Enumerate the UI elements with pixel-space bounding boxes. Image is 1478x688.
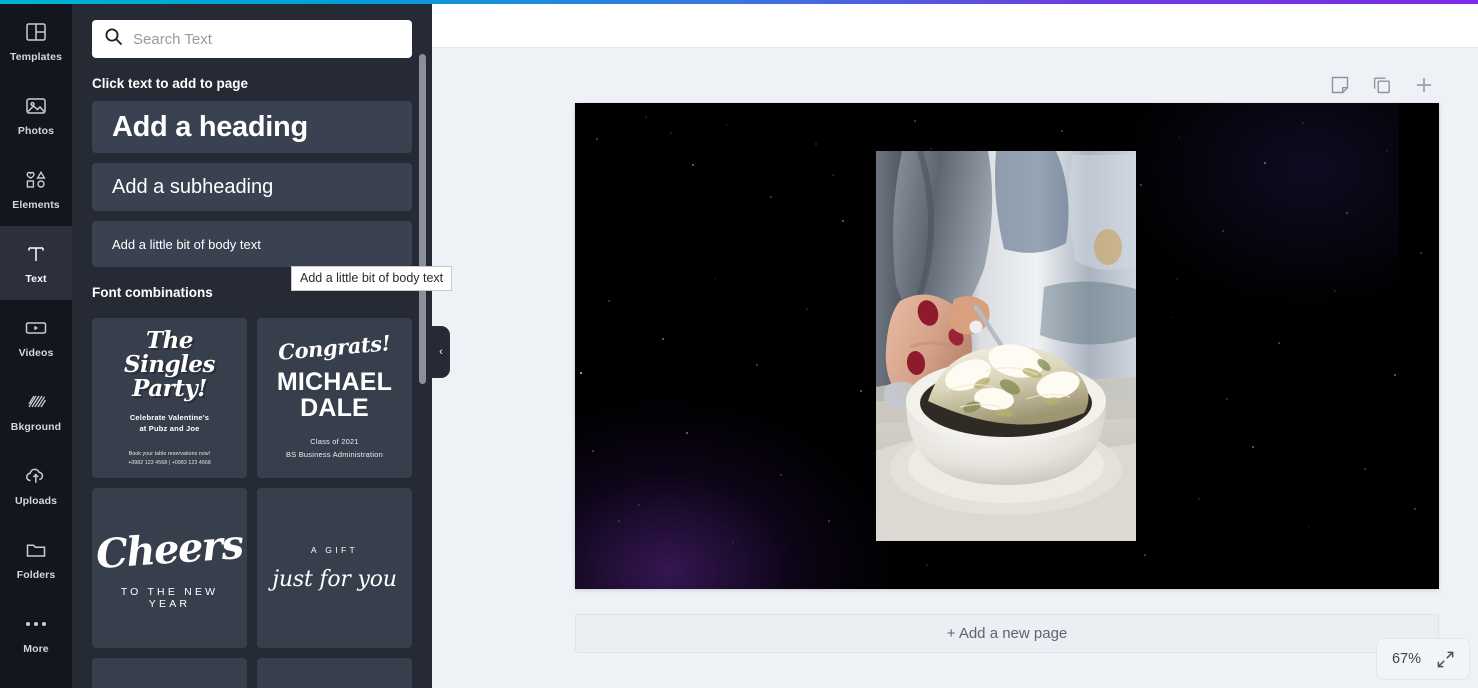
combo-script: Congrats! bbox=[277, 329, 392, 365]
font-combo-card-placeholder[interactable] bbox=[92, 658, 247, 688]
duplicate-icon[interactable] bbox=[1372, 75, 1392, 95]
add-icon[interactable] bbox=[1414, 75, 1434, 95]
sidebar-item-folders[interactable]: Folders bbox=[0, 522, 72, 596]
search-container bbox=[72, 4, 432, 58]
sidebar-item-bkground[interactable]: Bkground bbox=[0, 374, 72, 448]
font-combo-card-a-gift[interactable]: A GIFT just for you bbox=[257, 488, 412, 648]
salad-bowl-photo bbox=[876, 151, 1136, 541]
add-heading-label: Add a heading bbox=[112, 110, 308, 143]
chevron-left-icon: ‹ bbox=[439, 346, 443, 358]
combo-script: Cheers bbox=[94, 520, 245, 579]
combo-subtitle: TO THE NEW YEAR bbox=[120, 586, 219, 610]
elements-icon bbox=[24, 167, 48, 193]
sidebar-item-label: Folders bbox=[16, 569, 56, 582]
text-side-panel: Click text to add to page Add a heading … bbox=[72, 4, 432, 688]
sidebar-item-label: Photos bbox=[17, 125, 55, 138]
sidebar-item-label: Videos bbox=[18, 347, 54, 360]
font-combo-card-michael-dale[interactable]: Congrats! MICHAEL DALE Class of 2021 BS … bbox=[257, 318, 412, 478]
sidebar-item-elements[interactable]: Elements bbox=[0, 152, 72, 226]
tooltip-text: Add a little bit of body text bbox=[300, 271, 444, 285]
zoom-control: 67% bbox=[1376, 638, 1470, 680]
templates-icon bbox=[25, 19, 47, 45]
font-combo-card-singles-party[interactable]: The Singles Party! Celebrate Valentine's… bbox=[92, 318, 247, 478]
text-icon bbox=[25, 241, 47, 267]
click-text-heading: Click text to add to page bbox=[92, 76, 249, 91]
sidebar-item-photos[interactable]: Photos bbox=[0, 78, 72, 152]
sidebar-item-label: Bkground bbox=[10, 421, 62, 434]
combo-subtitle: Celebrate Valentine's at Pubz and Joe bbox=[129, 412, 210, 434]
font-combo-card-cheers[interactable]: Cheers TO THE NEW YEAR bbox=[92, 488, 247, 648]
sidebar-item-more[interactable]: More bbox=[0, 596, 72, 670]
notes-icon[interactable] bbox=[1330, 75, 1350, 95]
editor-top-bar bbox=[432, 4, 1478, 48]
uploads-icon bbox=[24, 463, 48, 489]
videos-icon bbox=[24, 315, 48, 341]
combo-script: just for you bbox=[272, 566, 397, 592]
sidebar-item-templates[interactable]: Templates bbox=[0, 4, 72, 78]
add-body-text-label: Add a little bit of body text bbox=[112, 236, 261, 252]
sidebar-item-uploads[interactable]: Uploads bbox=[0, 448, 72, 522]
font-combinations-grid: The Singles Party! Celebrate Valentine's… bbox=[92, 318, 412, 688]
combo-footer: Class of 2021 BS Business Administration bbox=[286, 436, 383, 460]
font-combo-card-placeholder[interactable] bbox=[257, 658, 412, 688]
add-body-text-card[interactable]: Add a little bit of body text bbox=[92, 221, 412, 267]
add-subheading-card[interactable]: Add a subheading bbox=[92, 163, 412, 211]
add-new-page-label: + Add a new page bbox=[946, 625, 1068, 642]
collapse-panel-button[interactable]: ‹ bbox=[432, 326, 450, 378]
folders-icon bbox=[25, 537, 47, 563]
search-box[interactable] bbox=[92, 20, 412, 58]
design-canvas[interactable] bbox=[575, 103, 1439, 589]
sidebar-item-label: Elements bbox=[12, 199, 60, 212]
sidebar-item-label: Uploads bbox=[14, 495, 58, 508]
combo-kicker: A GIFT bbox=[310, 544, 359, 555]
tooltip: Add a little bit of body text bbox=[291, 266, 453, 291]
more-dots-icon bbox=[26, 611, 46, 637]
sidebar-item-label: More bbox=[23, 643, 49, 656]
search-icon bbox=[104, 27, 123, 51]
add-new-page-button[interactable]: + Add a new page bbox=[575, 614, 1439, 653]
combo-name: MICHAEL DALE bbox=[276, 367, 393, 422]
text-panel-scroll-area: Click text to add to page Add a heading … bbox=[72, 4, 432, 688]
panel-scrollbar-thumb[interactable] bbox=[419, 54, 426, 384]
sidebar-item-text[interactable]: Text bbox=[0, 218, 72, 308]
canvas-photo-frame[interactable] bbox=[876, 151, 1136, 541]
expand-arrows-icon[interactable] bbox=[1437, 651, 1454, 668]
combo-title: The Singles Party! bbox=[124, 327, 215, 402]
sidebar-item-videos[interactable]: Videos bbox=[0, 300, 72, 374]
zoom-level-value[interactable]: 67% bbox=[1392, 651, 1421, 667]
sidebar-item-label: Templates bbox=[9, 51, 63, 64]
combo-footer: Book your table reservations now! +0982 … bbox=[128, 451, 211, 466]
editor-stage: + Add a new page 67% bbox=[432, 49, 1478, 688]
add-subheading-label: Add a subheading bbox=[112, 175, 274, 198]
canva-editor-window: Templates Photos Elements Text Videos Bk… bbox=[0, 0, 1478, 688]
brand-gradient-bar bbox=[0, 0, 1478, 4]
left-nav-rail: Templates Photos Elements Text Videos Bk… bbox=[0, 0, 72, 688]
background-icon bbox=[25, 389, 47, 415]
photos-icon bbox=[25, 93, 47, 119]
search-input[interactable] bbox=[133, 30, 400, 48]
add-heading-card[interactable]: Add a heading bbox=[92, 101, 412, 153]
page-tools bbox=[1330, 75, 1434, 95]
sidebar-item-label: Text bbox=[25, 273, 47, 286]
